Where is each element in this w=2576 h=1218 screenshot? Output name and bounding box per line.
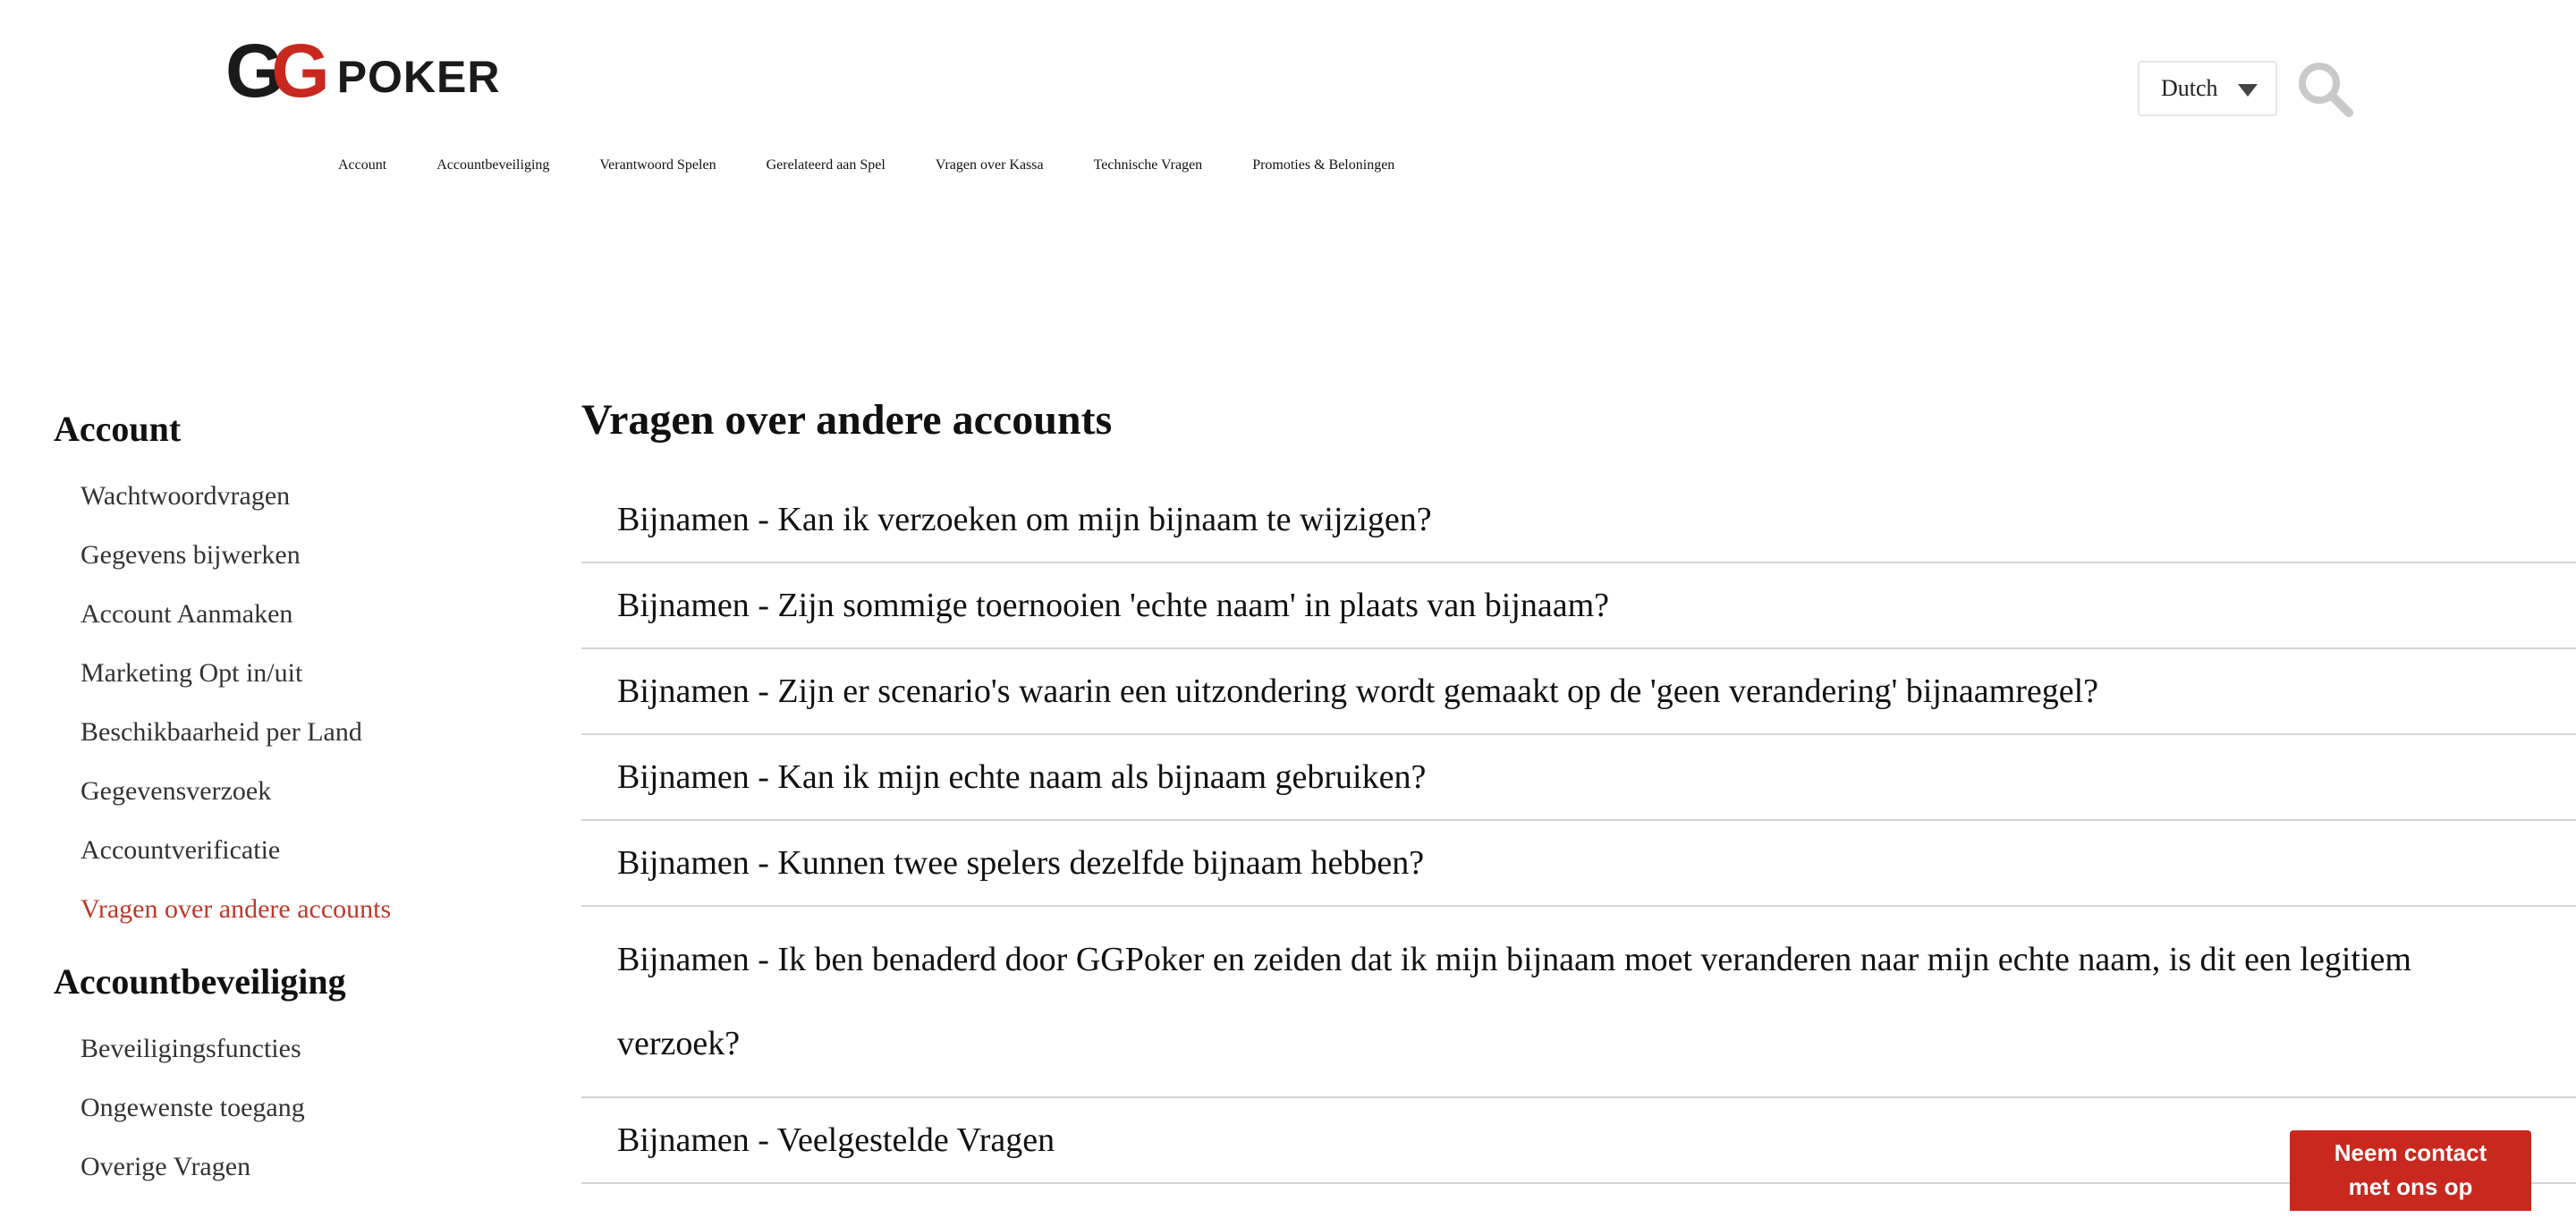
nav-item-vragen-over-kassa[interactable]: Vragen over Kassa	[936, 157, 1044, 173]
page-title: Vragen over andere accounts	[581, 396, 1113, 444]
sidebar-item-account-aanmaken[interactable]: Account Aanmaken	[54, 585, 519, 644]
contact-label-line1: Neem contact	[2334, 1139, 2487, 1166]
sidebar-item-andere-accounts-active[interactable]: Vragen over andere accounts	[54, 880, 519, 939]
sidebar-item-overige-vragen[interactable]: Overige Vragen	[54, 1138, 519, 1197]
faq-list: Bijnamen - Kan ik verzoeken om mijn bijn…	[581, 478, 2576, 1184]
logo-wordmark: POKER	[336, 52, 501, 102]
language-selected-label: Dutch	[2161, 75, 2218, 101]
language-select[interactable]: Dutch	[2138, 61, 2277, 116]
sidebar-list-accountbeveiliging: Beveiligingsfuncties Ongewenste toegang …	[54, 1019, 519, 1197]
faq-item[interactable]: Bijnamen - Zijn er scenario's waarin een…	[581, 649, 2576, 735]
contact-label-line2: met ons op	[2348, 1173, 2473, 1200]
sidebar-list-account: Wachtwoordvragen Gegevens bijwerken Acco…	[54, 467, 519, 939]
sidebar-item-beschikbaarheid[interactable]: Beschikbaarheid per Land	[54, 703, 519, 762]
sidebar-item-ongewenste-toegang[interactable]: Ongewenste toegang	[54, 1078, 519, 1138]
ggpoker-logo[interactable]: GG POKER	[225, 29, 530, 113]
sidebar-item-accountverificatie[interactable]: Accountverificatie	[54, 821, 519, 880]
sidebar-section-title-accountbeveiliging[interactable]: Accountbeveiliging	[54, 960, 519, 1003]
faq-item[interactable]: Bijnamen - Kunnen twee spelers dezelfde …	[581, 821, 2576, 907]
faq-item[interactable]: Bijnamen - Zijn sommige toernooien 'echt…	[581, 563, 2576, 649]
main-content: Vragen over andere accounts Bijnamen - K…	[581, 393, 2576, 1184]
faq-item[interactable]: Bijnamen - Ik ben benaderd door GGPoker …	[581, 907, 2576, 1098]
chevron-down-icon	[2238, 84, 2258, 97]
search-icon[interactable]	[2295, 59, 2354, 118]
nav-item-technische-vragen[interactable]: Technische Vragen	[1094, 157, 1203, 173]
faq-item[interactable]: Bijnamen - Kan ik mijn echte naam als bi…	[581, 735, 2576, 821]
nav-item-promoties-beloningen[interactable]: Promoties & Beloningen	[1252, 157, 1394, 173]
faq-item[interactable]: Bijnamen - Veelgestelde Vragen	[581, 1098, 2576, 1184]
sidebar: Account Wachtwoordvragen Gegevens bijwer…	[54, 408, 519, 1218]
main-nav: Account Accountbeveiliging Verantwoord S…	[338, 157, 1394, 173]
nav-item-verantwoord-spelen[interactable]: Verantwoord Spelen	[599, 157, 716, 173]
sidebar-item-beveiligingsfuncties[interactable]: Beveiligingsfuncties	[54, 1019, 519, 1078]
sidebar-item-gegevens-bijwerken[interactable]: Gegevens bijwerken	[54, 526, 519, 585]
faq-item[interactable]: Bijnamen - Kan ik verzoeken om mijn bijn…	[581, 478, 2576, 563]
contact-us-button[interactable]: Neem contact met ons op	[2290, 1130, 2531, 1211]
site-header: GG POKER Dutch	[0, 0, 2576, 215]
nav-item-gerelateerd-aan-spel[interactable]: Gerelateerd aan Spel	[767, 157, 886, 173]
sidebar-item-marketing-opt[interactable]: Marketing Opt in/uit	[54, 644, 519, 703]
logo-gg-mark: GG	[225, 29, 330, 113]
sidebar-item-gegevensverzoek[interactable]: Gegevensverzoek	[54, 762, 519, 821]
sidebar-item-wachtwoordvragen[interactable]: Wachtwoordvragen	[54, 467, 519, 526]
nav-item-account[interactable]: Account	[338, 157, 386, 173]
sidebar-section-title-account[interactable]: Account	[54, 408, 519, 451]
nav-item-accountbeveiliging[interactable]: Accountbeveiliging	[436, 157, 549, 173]
